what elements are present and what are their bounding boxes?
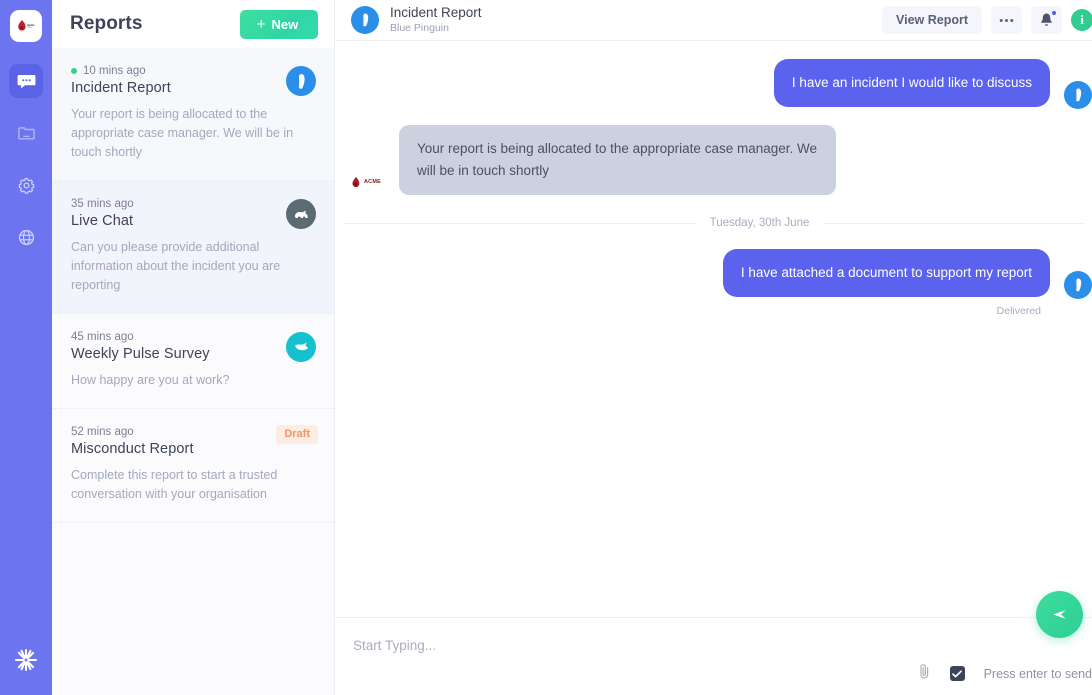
penguin-icon: [1075, 278, 1081, 292]
message-thread: I have an incident I would like to discu…: [335, 41, 1092, 617]
plus-icon: +: [256, 15, 266, 33]
view-report-button[interactable]: View Report: [881, 6, 982, 34]
list-item-title: Live Chat: [71, 213, 134, 229]
folder-icon: [17, 126, 35, 140]
rail-item-archive[interactable]: [9, 116, 43, 150]
whale-icon: [294, 342, 308, 351]
penguin-avatar: [351, 6, 379, 34]
list-item-time: 52 mins ago: [71, 426, 134, 438]
list-item-title: Weekly Pulse Survey: [71, 346, 210, 362]
penguin-icon: [1075, 88, 1081, 102]
rhino-icon: [294, 210, 308, 218]
penguin-icon: [362, 13, 368, 27]
divider-line-mid: [435, 222, 696, 224]
page-title: Reports: [70, 13, 143, 34]
rail-item-sparkle[interactable]: [9, 643, 43, 677]
rail-item-chat[interactable]: [9, 64, 43, 98]
date-divider: Tuesday, 30th June: [335, 217, 1092, 229]
list-item-title: Misconduct Report: [71, 441, 194, 457]
acme-logo[interactable]: [10, 10, 42, 42]
acme-avatar: ACME: [351, 171, 381, 193]
list-item-snippet: Complete this report to start a trusted …: [71, 468, 278, 501]
sparkle-burst-icon: [14, 648, 38, 672]
enter-to-send-label: Press enter to send: [983, 666, 1092, 681]
list-item-snippet: Can you please provide additional inform…: [71, 240, 281, 292]
list-item-meta: 45 mins ago: [71, 330, 312, 344]
acme-label: ACME: [364, 179, 381, 185]
app-root: Reports + New 10 mins ago Incident Repor…: [0, 0, 1092, 695]
list-item-snippet: How happy are you at work?: [71, 373, 230, 387]
message-composer: Press enter to send: [335, 591, 1092, 695]
info-icon[interactable]: i: [1071, 9, 1092, 31]
list-item-snippet: Your report is being allocated to the ap…: [71, 107, 294, 159]
new-report-button[interactable]: + New: [240, 9, 318, 39]
chat-title: Incident Report: [390, 5, 482, 20]
message-bubble: I have an incident I would like to discu…: [773, 59, 1050, 107]
message-row-outgoing: I have an incident I would like to discu…: [335, 59, 1092, 109]
send-icon: [1053, 610, 1066, 619]
list-item-time: 35 mins ago: [71, 198, 134, 210]
list-item-meta: 10 mins ago: [71, 64, 312, 78]
message-row-outgoing: I have attached a document to support my…: [335, 249, 1092, 299]
info-glyph: i: [1080, 12, 1084, 27]
message-row-incoming: ACME Your report is being allocated to t…: [335, 125, 1092, 195]
divider-line-right: [823, 222, 1085, 224]
attachment-icon: [919, 664, 928, 679]
reports-list-header: Reports + New: [52, 0, 334, 48]
penguin-icon: [298, 73, 305, 89]
list-item-time: 45 mins ago: [71, 331, 134, 343]
list-item[interactable]: 10 mins ago Incident Report Your report …: [52, 48, 334, 181]
conversation-list: 10 mins ago Incident Report Your report …: [52, 48, 334, 695]
message-input[interactable]: [353, 638, 913, 653]
gear-icon: [18, 177, 34, 194]
message-bubble: I have attached a document to support my…: [722, 249, 1050, 297]
list-item[interactable]: 45 mins ago Weekly Pulse Survey How happ…: [52, 314, 334, 409]
whale-avatar: [286, 332, 316, 362]
composer-controls: Press enter to send: [918, 663, 1092, 684]
chat-subtitle: Blue Pinguin: [390, 22, 449, 34]
send-button[interactable]: [1036, 591, 1083, 638]
list-item-title: Incident Report: [71, 80, 171, 96]
rail-item-globe[interactable]: [9, 220, 43, 254]
chat-bubble-icon: [17, 74, 35, 88]
rail-item-settings[interactable]: [9, 168, 43, 202]
penguin-avatar: [1064, 81, 1092, 109]
reports-list-pane: Reports + New 10 mins ago Incident Repor…: [52, 0, 335, 695]
checkmark-icon: [952, 669, 962, 677]
chat-pane: Incident Report Blue Pinguin View Report: [335, 0, 1092, 695]
list-item-time: 10 mins ago: [83, 65, 146, 77]
penguin-avatar: [286, 66, 316, 96]
notifications-button[interactable]: [1031, 6, 1062, 34]
new-report-label: New: [271, 16, 299, 32]
date-divider-label: Tuesday, 30th June: [709, 217, 810, 229]
chat-header-actions: View Report i: [881, 6, 1092, 34]
ellipsis-icon: [999, 18, 1014, 22]
paperclip-icon[interactable]: [918, 663, 931, 684]
globe-icon: [18, 229, 34, 245]
list-item[interactable]: 35 mins ago Live Chat Can you please pro…: [52, 181, 334, 314]
chat-header: Incident Report Blue Pinguin View Report: [335, 0, 1092, 41]
list-item-meta: 35 mins ago: [71, 197, 312, 211]
acme-drop-icon: [352, 176, 360, 187]
rhino-avatar: [286, 199, 316, 229]
unread-dot-icon: [71, 68, 77, 74]
status-badge: Draft: [276, 425, 318, 444]
penguin-avatar: [1064, 271, 1092, 299]
chat-header-meta: Incident Report Blue Pinguin: [390, 5, 482, 35]
left-nav-rail: [0, 0, 52, 695]
enter-to-send-checkbox[interactable]: [949, 666, 965, 681]
acme-drop-icon: [18, 20, 35, 31]
list-item[interactable]: 52 mins ago Misconduct Report Complete t…: [52, 409, 334, 523]
message-bubble: Your report is being allocated to the ap…: [399, 125, 836, 195]
more-options-button[interactable]: [991, 6, 1022, 34]
divider-line-left: [343, 222, 435, 224]
notification-badge-dot: [1051, 10, 1057, 16]
message-status: Delivered: [996, 305, 1041, 317]
